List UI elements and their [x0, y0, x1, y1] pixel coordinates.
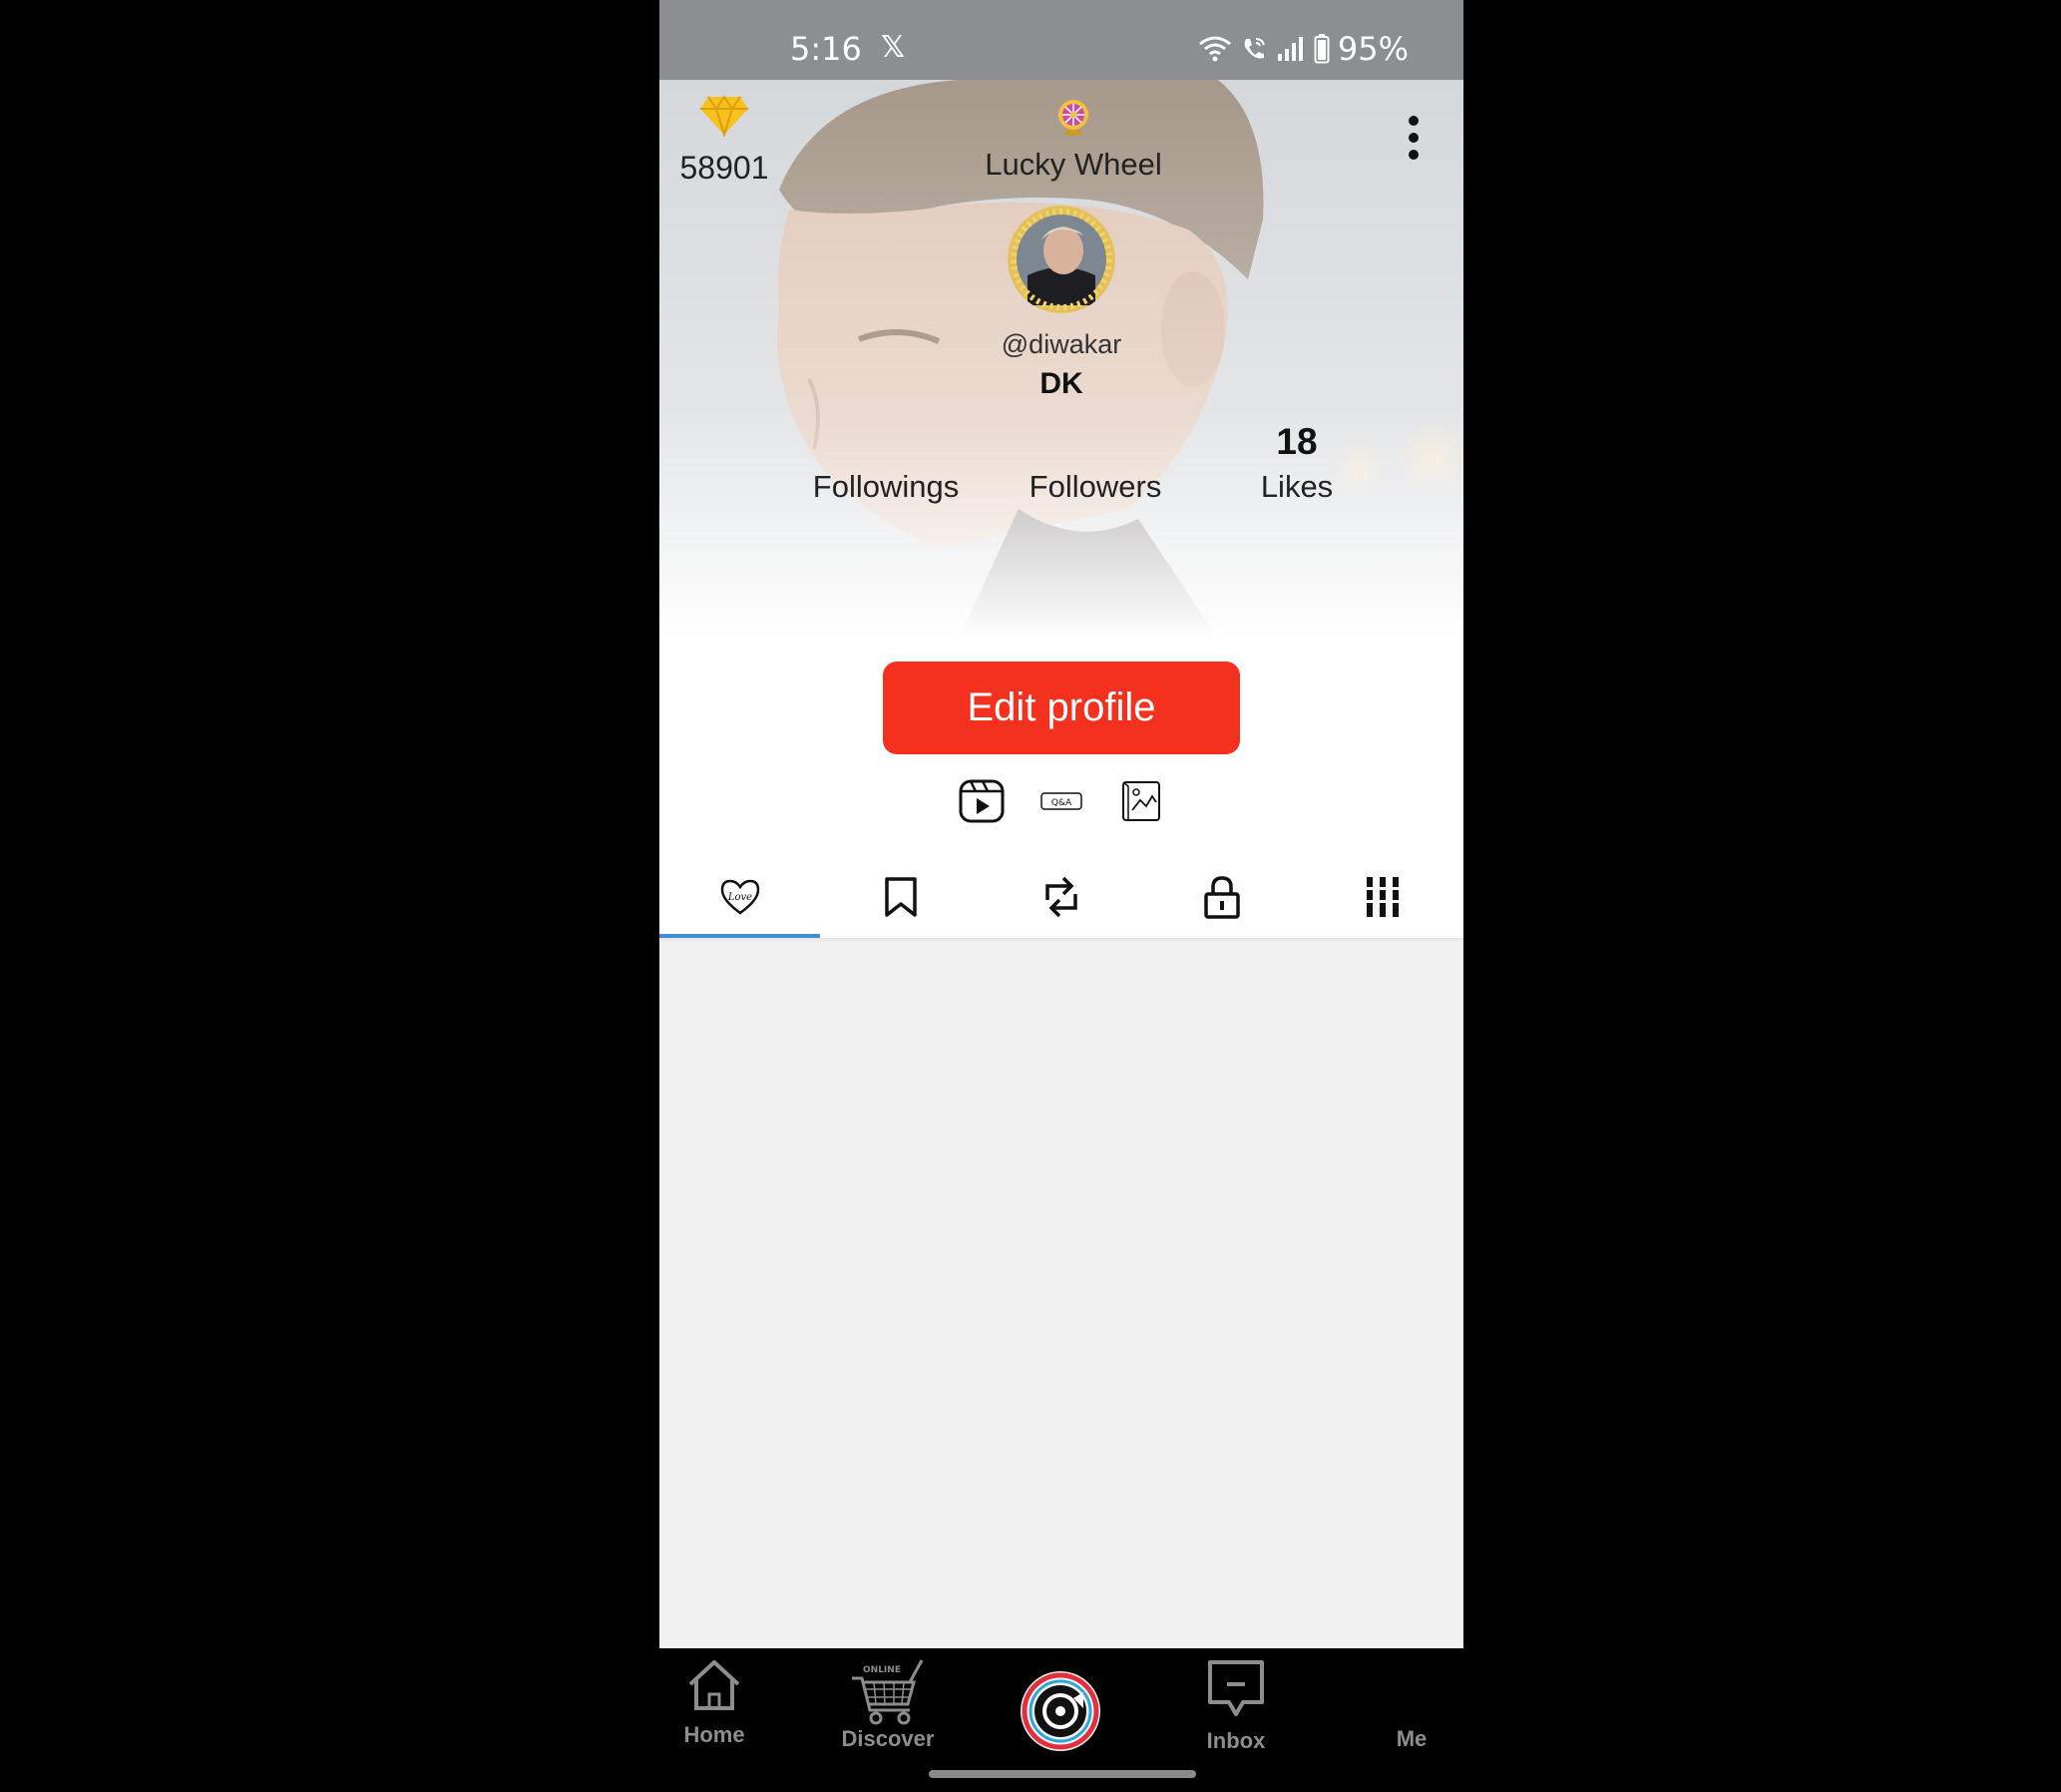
avatar[interactable] [1008, 206, 1115, 313]
photo-album-icon[interactable] [1118, 778, 1164, 824]
nav-home[interactable]: Home [659, 1658, 774, 1748]
likes-stat[interactable]: 18 Likes [1230, 421, 1364, 505]
username: @diwakar [1001, 329, 1122, 359]
svg-text:Love: Love [726, 892, 751, 903]
home-icon [688, 1660, 740, 1710]
display-name: DK [1039, 367, 1083, 400]
shopping-cart-icon: ONLINE [852, 1659, 924, 1725]
grid-columns-icon [1365, 877, 1402, 917]
tab-private[interactable] [1142, 856, 1303, 938]
create-button[interactable] [1018, 1668, 1103, 1754]
svg-text:Q&A: Q&A [1051, 798, 1072, 808]
content-grid-empty [659, 938, 1463, 1648]
avatar-photo [1008, 206, 1115, 313]
x-notification-icon: 𝕏 [881, 30, 906, 65]
diamond-count: 58901 [679, 150, 769, 186]
wifi-icon [1198, 36, 1231, 62]
more-options-icon[interactable] [1404, 116, 1424, 168]
profile-tabs: Love [659, 856, 1463, 938]
tab-reposts[interactable] [981, 856, 1141, 938]
lucky-wheel-label: Lucky Wheel [985, 147, 1162, 182]
followings-label: Followings [812, 469, 960, 504]
svg-text:ONLINE: ONLINE [863, 1665, 901, 1675]
status-indicators: 95% [1198, 30, 1409, 68]
diamond-icon [700, 95, 748, 139]
nav-discover[interactable]: ONLINE Discover [828, 1658, 948, 1752]
home-indicator[interactable] [929, 1770, 1196, 1778]
nav-discover-label: Discover [841, 1726, 935, 1751]
profile-actions: Edit profile Q&A Love [659, 639, 1463, 938]
nav-home-label: Home [683, 1722, 745, 1747]
bookmark-icon [885, 877, 917, 917]
lock-icon [1204, 876, 1240, 919]
inbox-message-icon [1208, 1660, 1264, 1716]
likes-label: Likes [1260, 469, 1334, 504]
battery-percent: 95% [1337, 30, 1409, 68]
status-bar: 5:16 𝕏 95% [659, 0, 1463, 80]
status-time: 5:16 [790, 30, 862, 68]
nav-inbox-label: Inbox [1206, 1728, 1266, 1753]
lucky-wheel-button[interactable]: Lucky Wheel [969, 98, 1178, 183]
profile-header: 58901 Lucky Wheel @diwakar DK Followings… [659, 80, 1463, 639]
likes-count: 18 [1276, 421, 1318, 462]
lucky-wheel-icon [1058, 100, 1088, 136]
edit-profile-button[interactable]: Edit profile [883, 662, 1240, 754]
followers-stat[interactable]: Followers [1021, 469, 1170, 505]
nav-me-label: Me [1396, 1726, 1428, 1751]
followers-label: Followers [1029, 469, 1162, 504]
diamond-balance[interactable]: 58901 [679, 95, 769, 187]
video-play-icon[interactable] [959, 778, 1005, 824]
love-heart-icon: Love [720, 879, 759, 915]
tab-grid[interactable] [1303, 856, 1463, 938]
tab-liked[interactable]: Love [659, 856, 821, 938]
signal-icon [1277, 37, 1303, 61]
followings-stat[interactable]: Followings [806, 469, 966, 505]
qa-icon[interactable]: Q&A [1038, 778, 1084, 824]
nav-inbox[interactable]: Inbox [1176, 1658, 1296, 1754]
bottom-nav: Home ONLINE Discover Inbox Me [659, 1648, 1463, 1792]
battery-icon [1314, 34, 1330, 64]
repost-icon [1045, 876, 1077, 918]
tab-saved[interactable] [820, 856, 981, 938]
wifi-call-icon [1244, 38, 1265, 59]
camera-record-icon [1021, 1671, 1100, 1751]
content-type-icons: Q&A [659, 778, 1463, 824]
phone-screen: 5:16 𝕏 95% 58901 Lucky Wheel @diwakar DK… [659, 0, 1463, 1792]
nav-me[interactable]: Me [1352, 1722, 1463, 1752]
